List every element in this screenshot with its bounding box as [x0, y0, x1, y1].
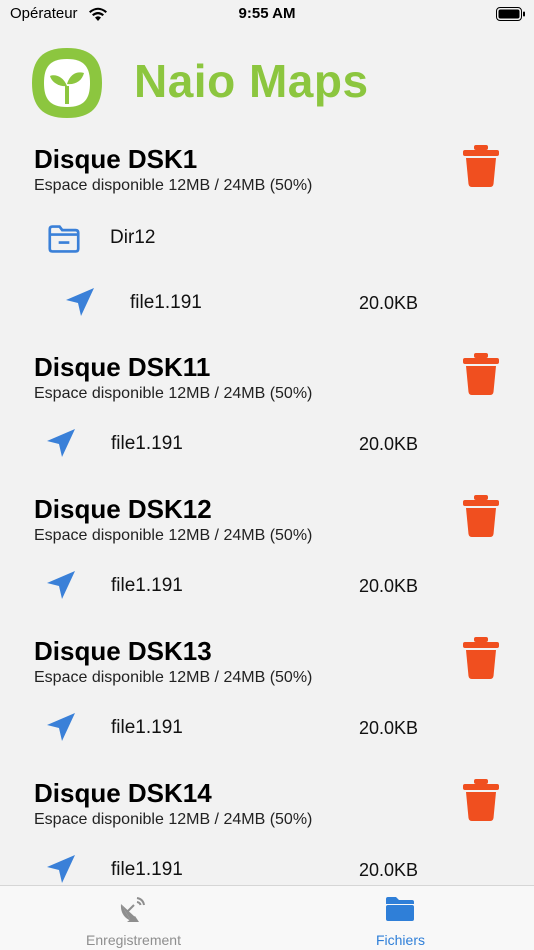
file-size: 20.0KB	[359, 718, 419, 738]
file-name: file1.191	[111, 859, 183, 880]
app-title: Naio Maps	[134, 55, 369, 107]
disk-name: Disque DSK1	[34, 144, 198, 174]
disk-space-label: Espace disponible 12MB / 24MB (50%)	[34, 385, 313, 402]
satellite-dish-icon	[120, 897, 145, 922]
folder-icon	[48, 225, 80, 253]
file-name: file1.191	[111, 433, 183, 454]
file-row[interactable]: file1.191 20.0KB	[0, 708, 534, 748]
file-row[interactable]: file1.191 20.0KB	[0, 566, 534, 606]
file-row[interactable]: file1.191 20.0KB	[0, 850, 534, 890]
file-name: file1.191	[111, 717, 183, 738]
disk-space-label: Espace disponible 12MB / 24MB (50%)	[34, 669, 313, 686]
disk-name: Disque DSK14	[34, 778, 212, 808]
tab-enregistrement[interactable]: Enregistrement	[0, 886, 267, 950]
send-icon	[66, 288, 94, 316]
file-size: 20.0KB	[359, 860, 419, 880]
disk-space-label: Espace disponible 12MB / 24MB (50%)	[34, 811, 313, 828]
disk-name: Disque DSK12	[34, 494, 212, 524]
send-icon	[47, 429, 75, 457]
file-size: 20.0KB	[359, 576, 419, 596]
status-time: 9:55 AM	[238, 5, 296, 22]
file-row[interactable]: file1.191 20.0KB	[0, 283, 534, 323]
status-bar: Opérateur 9:55 AM	[0, 0, 534, 30]
tab-fichiers[interactable]: Fichiers	[267, 886, 534, 950]
send-icon	[47, 855, 75, 883]
trash-icon[interactable]	[462, 352, 500, 396]
tab-label: Enregistrement	[86, 932, 181, 948]
disk-name: Disque DSK13	[34, 636, 212, 666]
file-row[interactable]: file1.191 20.0KB	[0, 424, 534, 464]
disk-space-label: Espace disponible 12MB / 24MB (50%)	[34, 527, 313, 544]
battery-icon	[496, 7, 525, 21]
send-icon	[47, 571, 75, 599]
file-name: file1.191	[111, 575, 183, 596]
folder-row[interactable]: Dir12	[0, 218, 534, 258]
trash-icon[interactable]	[462, 494, 500, 538]
naio-logo-icon	[32, 48, 102, 118]
send-icon	[47, 713, 75, 741]
trash-icon[interactable]	[462, 778, 500, 822]
file-name: file1.191	[130, 292, 202, 313]
trash-icon[interactable]	[462, 144, 500, 188]
app-header: Naio Maps	[30, 44, 510, 120]
trash-icon[interactable]	[462, 636, 500, 680]
file-size: 20.0KB	[359, 293, 419, 313]
disk-name: Disque DSK11	[34, 352, 211, 382]
tab-bar: Enregistrement Fichiers	[0, 885, 534, 950]
folder-icon	[386, 897, 414, 921]
tab-label: Fichiers	[375, 932, 425, 948]
folder-name: Dir12	[110, 227, 156, 248]
file-size: 20.0KB	[359, 434, 419, 454]
disk-space-label: Espace disponible 12MB / 24MB (50%)	[34, 177, 313, 194]
